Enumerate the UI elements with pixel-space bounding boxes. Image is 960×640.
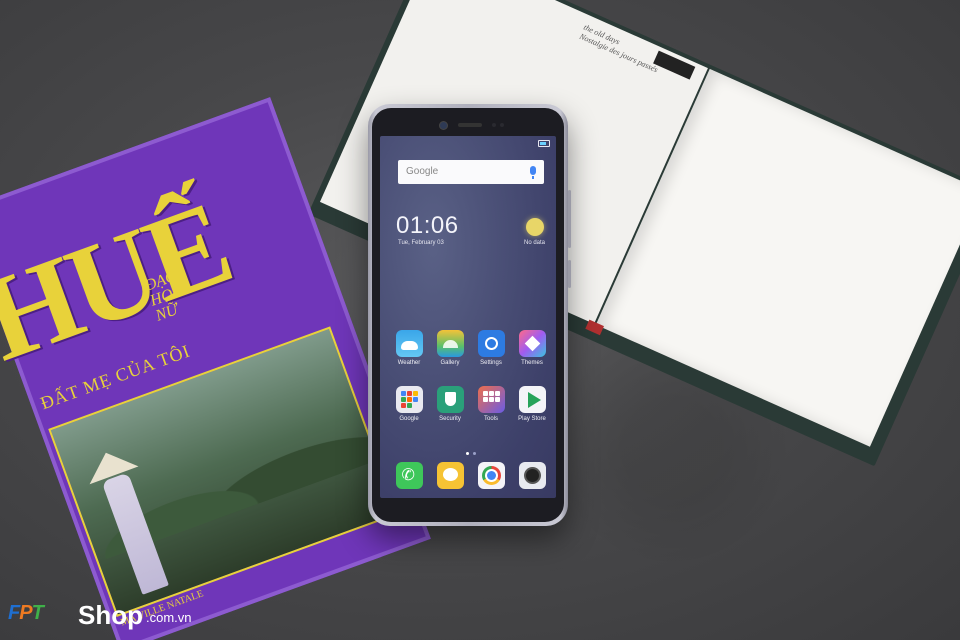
chrome-icon: [477, 462, 505, 489]
phone-front: Google 01:06 Tue, February 03 No data We…: [372, 108, 564, 522]
app-label: Weather: [397, 360, 421, 366]
battery-icon: [538, 140, 550, 147]
app-label: Tools: [483, 416, 498, 422]
smartphone: Google 01:06 Tue, February 03 No data We…: [368, 104, 571, 526]
logo-letter: F: [8, 602, 20, 624]
earpiece-speaker: [458, 123, 482, 127]
app-label: Themes: [521, 360, 543, 366]
dock-phone[interactable]: [392, 462, 426, 489]
folder-app-icon: [406, 397, 412, 402]
themes-icon: [518, 330, 546, 357]
tools-folder-icon: [477, 386, 505, 413]
page-indicator: [464, 442, 478, 460]
app-themes[interactable]: Themes: [515, 330, 549, 366]
folder-app-icon: [400, 397, 406, 402]
app-weather[interactable]: Weather: [392, 330, 426, 366]
status-bar: [538, 140, 550, 147]
power-button: [568, 260, 571, 288]
folder-app-icon: [494, 397, 500, 402]
proximity-sensor: [492, 123, 496, 127]
app-gallery[interactable]: Gallery: [433, 330, 467, 366]
domain-text: .com.vn: [146, 610, 192, 625]
app-label: Security: [439, 416, 461, 422]
clock-widget[interactable]: 01:06: [396, 212, 459, 240]
app-label: Gallery: [440, 360, 460, 366]
mic-icon[interactable]: [530, 166, 536, 179]
app-label: Play Store: [518, 416, 546, 422]
home-screen: Google 01:06 Tue, February 03 No data We…: [380, 136, 556, 498]
logo-letter: T: [31, 602, 44, 624]
security-icon: [436, 386, 464, 413]
app-settings[interactable]: Settings: [474, 330, 508, 366]
folder-app-icon: [400, 403, 406, 408]
settings-icon: [477, 330, 505, 357]
search-placeholder: Google: [406, 166, 439, 177]
folder-app-icon: [412, 397, 418, 402]
page-dot: [466, 452, 469, 455]
app-play-store[interactable]: Play Store: [515, 386, 549, 422]
google-folder-icon: [395, 386, 423, 413]
folder-app-icon: [482, 397, 488, 402]
folder-app-icon: [488, 397, 494, 402]
play-store-icon: [518, 386, 546, 413]
app-tools-folder[interactable]: Tools: [474, 386, 508, 422]
shop-wordmark: Shop: [78, 600, 143, 630]
folder-app-icon: [406, 403, 412, 408]
app-label: Settings: [480, 360, 502, 366]
folder-app-icon: [488, 391, 494, 396]
photo-scene: the old days Nostalgie des jours passés …: [0, 0, 960, 640]
fpt-logo: FPT: [8, 602, 44, 625]
folder-app-icon: [412, 391, 418, 396]
front-camera-icon: [440, 122, 447, 129]
weather-icon: [395, 330, 423, 357]
phone-icon: [395, 462, 423, 489]
logo-letter: P: [19, 602, 32, 624]
dock-messaging[interactable]: [433, 462, 467, 489]
date-text: Tue, February 03: [398, 240, 444, 246]
light-sensor: [500, 123, 504, 127]
camera-icon: [518, 462, 546, 489]
dock-camera[interactable]: [515, 462, 549, 489]
page-dot: [473, 452, 476, 455]
google-search-bar[interactable]: Google: [398, 160, 544, 184]
gallery-icon: [436, 330, 464, 357]
folder-app-icon: [406, 391, 412, 396]
dock-chrome[interactable]: [474, 462, 508, 489]
folder-app-icon: [482, 391, 488, 396]
messaging-icon: [436, 462, 464, 489]
folder-app-icon: [494, 391, 500, 396]
weather-status: No data: [524, 240, 546, 246]
folder-app-icon: [400, 391, 406, 396]
volume-button: [568, 190, 571, 248]
weather-sun-icon[interactable]: [526, 218, 544, 236]
app-google-folder[interactable]: Google: [392, 386, 426, 422]
app-label: Google: [399, 416, 419, 422]
app-security[interactable]: Security: [433, 386, 467, 422]
